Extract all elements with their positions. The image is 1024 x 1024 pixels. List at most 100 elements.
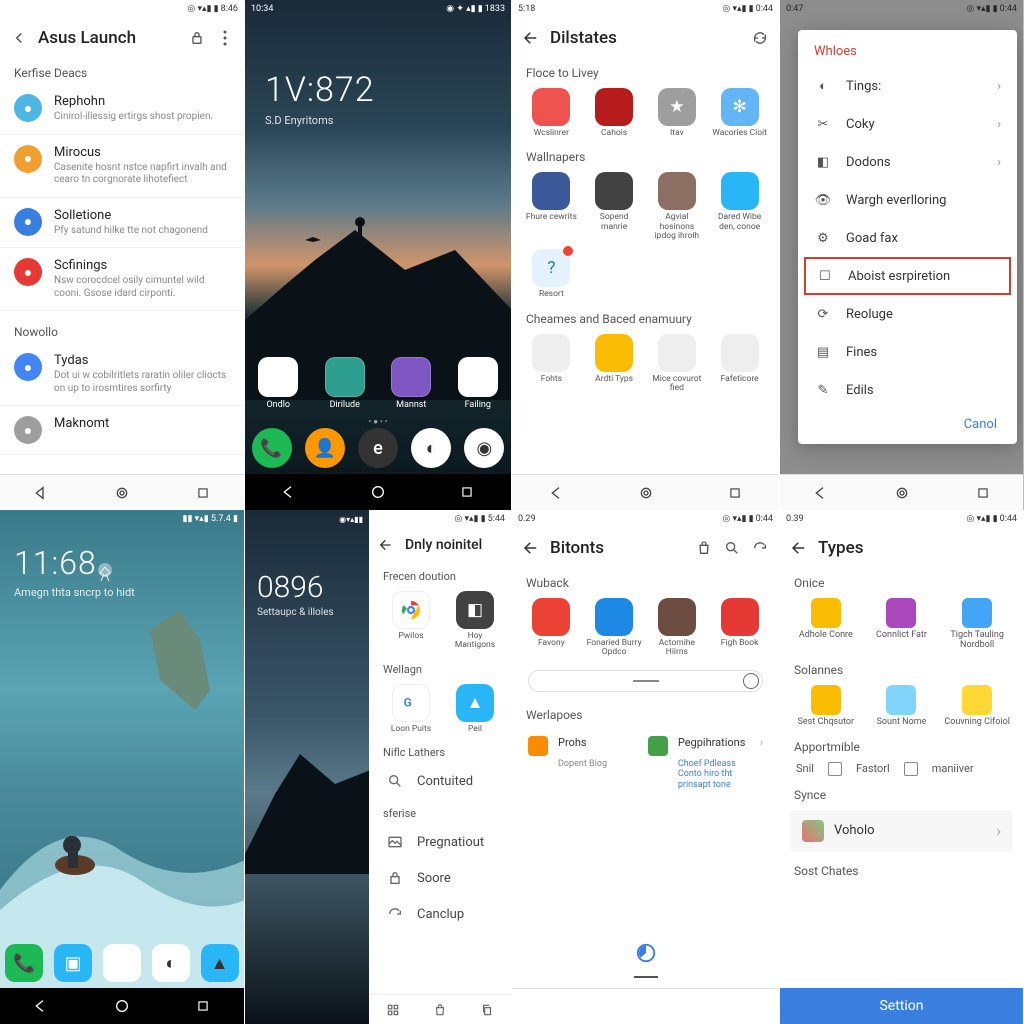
menu-item[interactable]: Canclup xyxy=(369,896,511,932)
dock-app[interactable]: ◐ xyxy=(411,428,451,468)
nav-recent-icon[interactable] xyxy=(194,484,212,502)
tile[interactable]: Mice covurot fied xyxy=(649,334,705,394)
dock-app[interactable]: ▣ xyxy=(54,944,92,982)
dock-app[interactable]: ◐ xyxy=(152,944,190,982)
nav-back-icon[interactable] xyxy=(548,484,566,502)
nav-back-icon[interactable] xyxy=(32,484,50,502)
copy-icon[interactable] xyxy=(480,1003,494,1017)
refresh-icon[interactable] xyxy=(751,539,769,557)
clock-widget[interactable]: 11:68 Amegn thta sncrp to hidt xyxy=(14,544,135,599)
menu-item[interactable]: ⚙Goad fax xyxy=(798,219,1017,257)
menu-item[interactable]: ⟳Reoluge xyxy=(798,295,1017,333)
menu-item[interactable]: ☐Aboist esrpiretion xyxy=(804,257,1011,295)
refresh-icon[interactable] xyxy=(751,29,769,47)
menu-icon[interactable] xyxy=(10,29,28,47)
back-icon[interactable] xyxy=(377,536,395,554)
nav-back-icon[interactable] xyxy=(32,997,50,1015)
list-item[interactable]: ProhsDopent Biog PegpihrationsChoef Pdle… xyxy=(528,730,763,797)
nav-home-icon[interactable] xyxy=(113,484,131,502)
tile[interactable]: ★Itav xyxy=(649,88,705,138)
menu-item[interactable]: ◐Tings:› xyxy=(798,67,1017,105)
tile[interactable]: Couvning Cifoiol xyxy=(942,685,1012,728)
app-shortcut[interactable]: Dirilude xyxy=(318,357,372,410)
cancel-button[interactable]: Canol xyxy=(798,409,1017,434)
grid-icon[interactable] xyxy=(386,1003,400,1017)
search-icon[interactable] xyxy=(723,539,741,557)
menu-item[interactable]: ◧Dodons› xyxy=(798,143,1017,181)
menu-item[interactable]: 👁Wargh everlloring xyxy=(798,181,1017,219)
tile[interactable]: Adhole Conre xyxy=(791,598,861,651)
list-item[interactable]: ●MirocusCasenite hosnt nstce napfirt inv… xyxy=(0,135,244,198)
tile[interactable]: ▲Peil xyxy=(447,684,503,734)
tile[interactable]: Sest Chqsutor xyxy=(791,685,861,728)
overflow-icon[interactable] xyxy=(216,29,234,47)
item-subtitle: Casenite hosnt nstce napfirt invalh and … xyxy=(54,162,230,187)
tile[interactable]: Favony xyxy=(523,598,579,658)
nav-recent-icon[interactable] xyxy=(974,484,992,502)
tile[interactable]: Figh Book xyxy=(712,598,768,658)
dock-app[interactable]: ◉ xyxy=(464,428,504,468)
nav-home-icon[interactable] xyxy=(637,484,655,502)
slider[interactable] xyxy=(528,670,763,692)
list-item[interactable]: ●RephohnCinirol-illessig ertirgs shost p… xyxy=(0,84,244,135)
dock-app[interactable]: ⋮⋮⋮ xyxy=(103,944,141,982)
tile[interactable]: Ardti Typs xyxy=(586,334,642,394)
nav-back-icon[interactable] xyxy=(280,483,298,501)
tile[interactable]: Sopend manrie xyxy=(586,172,642,241)
menu-item[interactable]: ▤Fines xyxy=(798,333,1017,371)
tile[interactable]: Dared Wibe den, conoe xyxy=(712,172,768,241)
account-row[interactable]: Voholo › xyxy=(790,810,1013,852)
tile[interactable]: Fohts xyxy=(523,334,579,394)
nav-recent-icon[interactable] xyxy=(726,484,744,502)
dock-app[interactable]: ▲ xyxy=(201,944,239,982)
app-shortcut[interactable]: Mannst xyxy=(384,357,438,410)
menu-item[interactable]: Contuited xyxy=(369,763,511,799)
list-item[interactable]: ●SolletionePfy satund hilke tte not chag… xyxy=(0,198,244,249)
app-shortcut[interactable]: Failing xyxy=(451,357,505,410)
tile[interactable]: Fhure cewrits xyxy=(523,172,579,241)
tile[interactable]: ◧Hoy Mantigons xyxy=(447,591,503,651)
home-icon[interactable] xyxy=(631,938,661,968)
tile[interactable]: ✻Wacories Cioit xyxy=(712,88,768,138)
back-icon[interactable] xyxy=(522,29,540,47)
list-item[interactable]: ●TydasDot ui w cobilritlets raratin olil… xyxy=(0,343,244,406)
menu-item[interactable]: ✂Coky› xyxy=(798,105,1017,143)
tile[interactable]: Tigch Tauling Nordboll xyxy=(942,598,1012,651)
list-item[interactable]: ●ScfiningsNsw corocdcel osily cimuntel w… xyxy=(0,248,244,311)
tile[interactable]: GLoon Puits xyxy=(383,684,439,734)
app-shortcut[interactable]: Ondlo xyxy=(251,357,305,410)
bag-icon[interactable] xyxy=(433,1003,447,1017)
list-item[interactable]: ●Maknomt xyxy=(0,406,244,455)
nav-home-icon[interactable] xyxy=(893,484,911,502)
nav-back-icon[interactable] xyxy=(812,484,830,502)
tile[interactable]: Actomihe Hiirns xyxy=(649,598,705,658)
primary-button[interactable]: Settion xyxy=(780,988,1023,1024)
tile[interactable]: Fafeticore xyxy=(712,334,768,394)
clock-widget[interactable]: 1V:872 S.D Enyritoms xyxy=(265,70,375,127)
menu-item[interactable]: Pregnatiout xyxy=(369,824,511,860)
tile[interactable]: ? Resort xyxy=(523,249,579,299)
dock-app[interactable]: e xyxy=(358,428,398,468)
menu-item[interactable]: Soore xyxy=(369,860,511,896)
menu-item[interactable]: ✎Edils xyxy=(798,371,1017,409)
dock-app[interactable]: 📞 xyxy=(5,944,43,982)
nav-recent-icon[interactable] xyxy=(458,483,476,501)
dock-app[interactable]: 👤 xyxy=(305,428,345,468)
lock-icon[interactable] xyxy=(188,29,206,47)
tile[interactable]: Fonaried Burry Opdco xyxy=(586,598,642,658)
checkbox[interactable] xyxy=(904,762,918,776)
back-icon[interactable] xyxy=(790,539,808,557)
tile[interactable]: Connlict Fatr xyxy=(866,598,936,651)
back-icon[interactable] xyxy=(522,539,540,557)
checkbox[interactable] xyxy=(828,762,842,776)
nav-recent-icon[interactable] xyxy=(194,997,212,1015)
cart-icon[interactable] xyxy=(695,539,713,557)
tile[interactable]: Sount Nome xyxy=(866,685,936,728)
dock-app[interactable]: 📞 xyxy=(252,428,292,468)
tile[interactable]: Cahois xyxy=(586,88,642,138)
tile[interactable]: Pwilos xyxy=(383,591,439,651)
tile[interactable]: Agvial hosinons ipdog ihrolh xyxy=(649,172,705,241)
tile[interactable]: Wcslinrer xyxy=(523,88,579,138)
nav-home-icon[interactable] xyxy=(369,483,387,501)
nav-home-icon[interactable] xyxy=(113,997,131,1015)
